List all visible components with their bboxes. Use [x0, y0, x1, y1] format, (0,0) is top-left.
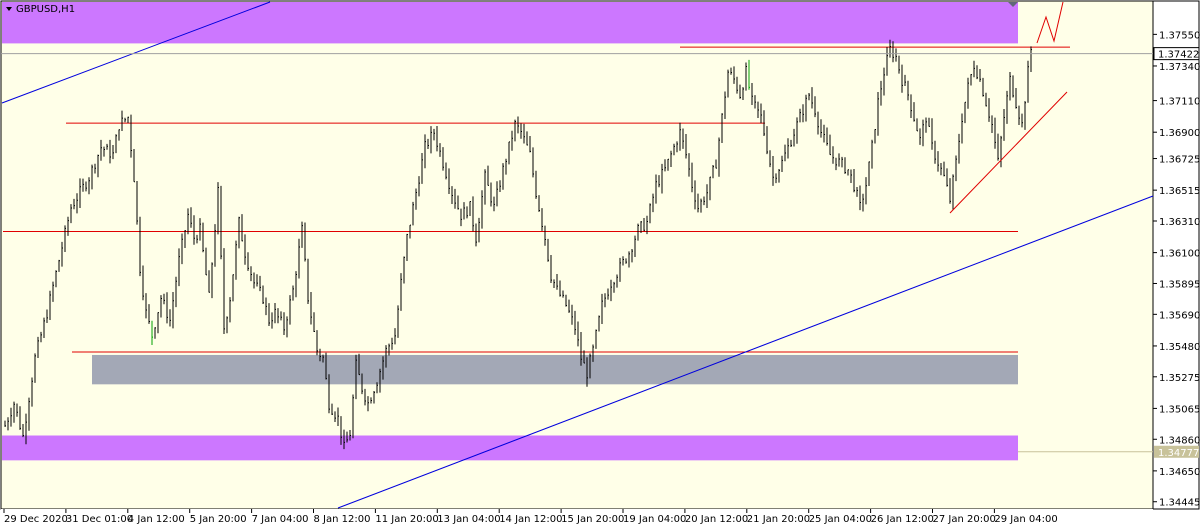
y-tick-label: 1.34650	[1159, 467, 1200, 478]
candlestick-chart[interactable]: 1.37550 1.37340 1.37110 1.36900 1.36725 1.365…	[0, 0, 1200, 529]
chart-title[interactable]: GBPUSD,H1	[6, 4, 75, 15]
x-tick-label: 29 Jan 04:00	[994, 514, 1057, 525]
x-tick-label: 20 Jan 12:00	[685, 514, 748, 525]
y-tick-label: 1.35895	[1159, 279, 1200, 290]
x-tick-label: 21 Jan 20:00	[747, 514, 810, 525]
y-tick-label: 1.35065	[1159, 404, 1200, 415]
y-tick-label: 1.36515	[1159, 186, 1200, 197]
x-tick-label: 19 Jan 04:00	[623, 514, 686, 525]
price-tag-label: 1.37422	[1158, 50, 1199, 61]
symbol-title: GBPUSD,H1	[16, 4, 75, 15]
x-tick-label: 5 Jan 20:00	[190, 514, 247, 525]
y-tick-label: 1.36725	[1159, 155, 1200, 166]
y-tick-label: 1.35275	[1159, 373, 1200, 384]
y-tick-label: 1.36100	[1159, 249, 1200, 260]
x-tick-label: 13 Jan 04:00	[437, 514, 500, 525]
supply-zone-magenta	[2, 2, 1018, 44]
x-tick-label: 26 Jan 12:00	[871, 514, 934, 525]
support-zone-gray	[92, 354, 1018, 385]
y-tick-label: 1.35690	[1159, 310, 1200, 321]
supply-zone-magenta	[2, 435, 1018, 461]
y-tick-label: 1.37110	[1159, 97, 1200, 108]
y-tick-label: 1.34860	[1159, 435, 1200, 446]
x-tick-label: 8 Jan 12:00	[314, 514, 371, 525]
chart-window: 1.37550 1.37340 1.37110 1.36900 1.36725 1.365…	[0, 0, 1200, 529]
y-tick-label: 1.34445	[1159, 498, 1200, 509]
price-tag-label: 1.34777	[1158, 448, 1199, 459]
x-tick-label: 7 Jan 04:00	[252, 514, 309, 525]
x-tick-label: 14 Jan 12:00	[499, 514, 562, 525]
y-tick-label: 1.37550	[1159, 30, 1200, 41]
x-tick-label: 4 Jan 12:00	[128, 514, 185, 525]
x-tick-label: 31 Dec 01:00	[66, 514, 133, 525]
y-tick-label: 1.36310	[1159, 217, 1200, 228]
x-tick-label: 25 Jan 04:00	[809, 514, 872, 525]
y-tick-label: 1.36900	[1159, 128, 1200, 139]
x-tick-label: 27 Jan 20:00	[933, 514, 996, 525]
y-tick-label: 1.37340	[1159, 62, 1200, 73]
x-tick-label: 15 Jan 20:00	[561, 514, 624, 525]
x-tick-label: 11 Jan 20:00	[375, 514, 438, 525]
x-tick-label: 29 Dec 2020	[4, 514, 68, 525]
y-tick-label: 1.35480	[1159, 342, 1200, 353]
